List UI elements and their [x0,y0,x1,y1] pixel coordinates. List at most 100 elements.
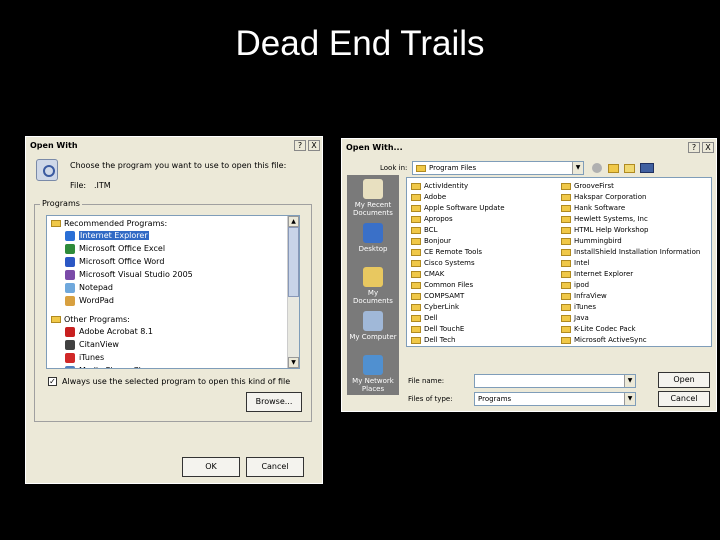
folder-icon [561,259,571,267]
folder-item[interactable]: CMAK [411,269,444,280]
folder-label: Internet Explorer [574,270,634,278]
folder-item[interactable]: Dell [411,313,438,324]
other-program-item[interactable]: Adobe Acrobat 8.1 [65,326,153,338]
folder-item[interactable]: Bonjour [411,236,451,247]
folder-item[interactable]: Intel [561,258,590,269]
folder-icon [561,237,571,245]
file-type-dropdown[interactable]: Programs ▼ [474,392,636,406]
place-item[interactable]: My Network Places [347,355,399,393]
vertical-scrollbar[interactable]: ▲ ▼ [287,216,299,368]
close-button[interactable]: X [308,140,320,151]
folder-label: iTunes [574,303,596,311]
program-label: Microsoft Office Excel [79,244,166,253]
folder-item[interactable]: COMPSAMT [411,291,464,302]
folder-item[interactable]: Internet Explorer [561,269,633,280]
ok-button[interactable]: OK [182,457,240,477]
program-label: Internet Explorer [79,231,149,240]
folder-icon [561,325,571,333]
place-item[interactable]: My Documents [347,267,399,305]
back-icon[interactable] [592,163,602,173]
folder-item[interactable]: ipod [561,280,589,291]
folder-item[interactable]: InfraView [561,291,607,302]
recommended-program-item[interactable]: Microsoft Office Word [65,256,164,268]
up-folder-icon[interactable] [608,164,619,173]
recommended-program-item[interactable]: Microsoft Visual Studio 2005 [65,269,193,281]
place-item[interactable]: Desktop [347,223,399,253]
scroll-thumb[interactable] [288,227,299,297]
folder-icon [561,182,571,190]
folder-icon [411,193,421,201]
scroll-up-arrow[interactable]: ▲ [288,216,299,227]
close-button[interactable]: X [702,142,714,153]
folder-item[interactable]: GrooveFirst [561,181,614,192]
new-folder-icon[interactable] [624,164,635,173]
program-label: iTunes [79,353,105,362]
cancel-button[interactable]: Cancel [658,391,710,407]
program-list[interactable]: Recommended Programs: Internet Explorer M… [46,215,300,369]
scroll-down-arrow[interactable]: ▼ [288,357,299,368]
folder-icon [411,281,421,289]
other-program-item[interactable]: CitanView [65,339,119,351]
folder-item[interactable]: Java [561,313,589,324]
folder-item[interactable]: Apropos [411,214,453,225]
recommended-program-item[interactable]: Internet Explorer [65,230,149,242]
other-program-item[interactable]: iTunes [65,352,104,364]
folder-item[interactable]: Common Files [411,280,473,291]
folder-item[interactable]: Apple Software Update [411,203,505,214]
always-use-checkbox[interactable]: ✓ [48,377,57,386]
folder-item[interactable]: Dell Tech [411,335,456,346]
other-program-item[interactable]: Media Player Cl... [65,365,148,368]
chevron-down-icon[interactable]: ▼ [572,162,583,174]
folder-item[interactable]: Adobe [411,192,446,203]
folder-item[interactable]: iTunes [561,302,596,313]
chevron-down-icon[interactable]: ▼ [624,393,635,405]
folder-icon [416,164,426,172]
help-button[interactable]: ? [688,142,700,153]
folder-icon [561,292,571,300]
browse-button[interactable]: Browse... [246,392,302,412]
file-list[interactable]: ActivIdentity Adobe Apple Software Update A… [406,177,712,347]
folder-icon [411,182,421,190]
folder-label: InstallShield Installation Information [574,248,701,256]
folder-item[interactable]: InstallShield Installation Information [561,247,700,258]
recommended-program-item[interactable]: Microsoft Office Excel [65,243,165,255]
folder-icon [411,314,421,322]
program-icon [65,295,75,306]
folder-item[interactable]: Hewlett Systems, Inc [561,214,648,225]
place-item[interactable]: My Computer [347,311,399,341]
file-name-input[interactable]: ▼ [474,374,636,388]
look-in-dropdown[interactable]: Program Files ▼ [412,161,584,175]
recommended-header: Recommended Programs: [51,218,167,230]
folder-item[interactable]: Hummingbird [561,236,622,247]
folder-item[interactable]: HTML Help Workshop [561,225,648,236]
program-icon [65,365,75,368]
folder-item[interactable]: Microsoft ActiveSync [561,335,647,346]
folder-icon [561,336,571,344]
folder-item[interactable]: ActivIdentity [411,181,468,192]
cancel-button[interactable]: Cancel [246,457,304,477]
folder-icon [561,226,571,234]
other-header: Other Programs: [51,314,130,326]
folder-item[interactable]: K-Lite Codec Pack [561,324,636,335]
folder-item[interactable]: CyberLink [411,302,459,313]
folder-label: GrooveFirst [574,182,614,190]
help-button[interactable]: ? [294,140,306,151]
folder-icon [51,220,61,227]
place-icon [363,223,383,243]
recommended-program-item[interactable]: Notepad [65,282,113,294]
place-label: My Documents [353,289,393,305]
program-icon [65,269,75,280]
folder-item[interactable]: Hakspar Corporation [561,192,646,203]
folder-label: Cisco Systems [424,259,475,267]
folder-item[interactable]: BCL [411,225,437,236]
place-item[interactable]: My Recent Documents [347,179,399,217]
program-icon [65,326,75,337]
folder-item[interactable]: CE Remote Tools [411,247,482,258]
views-menu-icon[interactable] [640,163,654,173]
chevron-down-icon[interactable]: ▼ [624,375,635,387]
folder-item[interactable]: Cisco Systems [411,258,475,269]
folder-item[interactable]: Dell TouchE [411,324,464,335]
open-button[interactable]: Open [658,372,710,388]
recommended-program-item[interactable]: WordPad [65,295,114,307]
folder-item[interactable]: Hank Software [561,203,625,214]
